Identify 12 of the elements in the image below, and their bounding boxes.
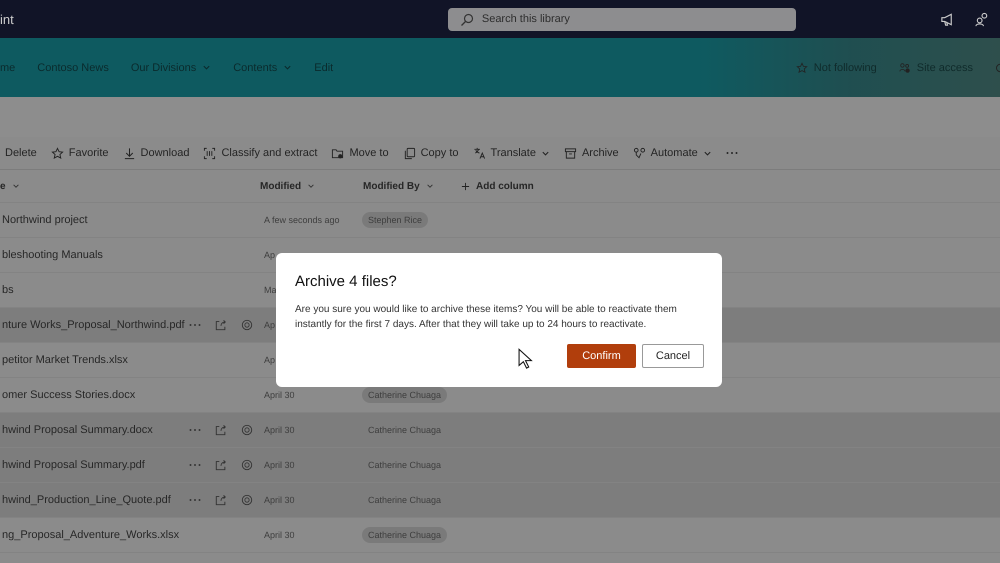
dialog-message: Are you sure you would like to archive these items? You will be able to reactivate them instantly for the first 7 days. After that they will take up to 24 hours to reactivate. [295, 303, 678, 332]
modified-date: April 30 [264, 390, 295, 400]
modified-date: April 30 [264, 460, 295, 470]
modified-date: April 30 [264, 495, 295, 505]
modified-date: Ma [264, 285, 277, 295]
modified-date: April 30 [264, 425, 295, 435]
modified-date: April 30 [264, 530, 295, 540]
modified-date: Ap [264, 250, 276, 260]
modified-date: Ap [264, 320, 276, 330]
dialog-title: Archive 4 files? [295, 273, 398, 290]
modified-date: Ap [264, 355, 276, 365]
modified-date: A few seconds ago [264, 215, 340, 225]
